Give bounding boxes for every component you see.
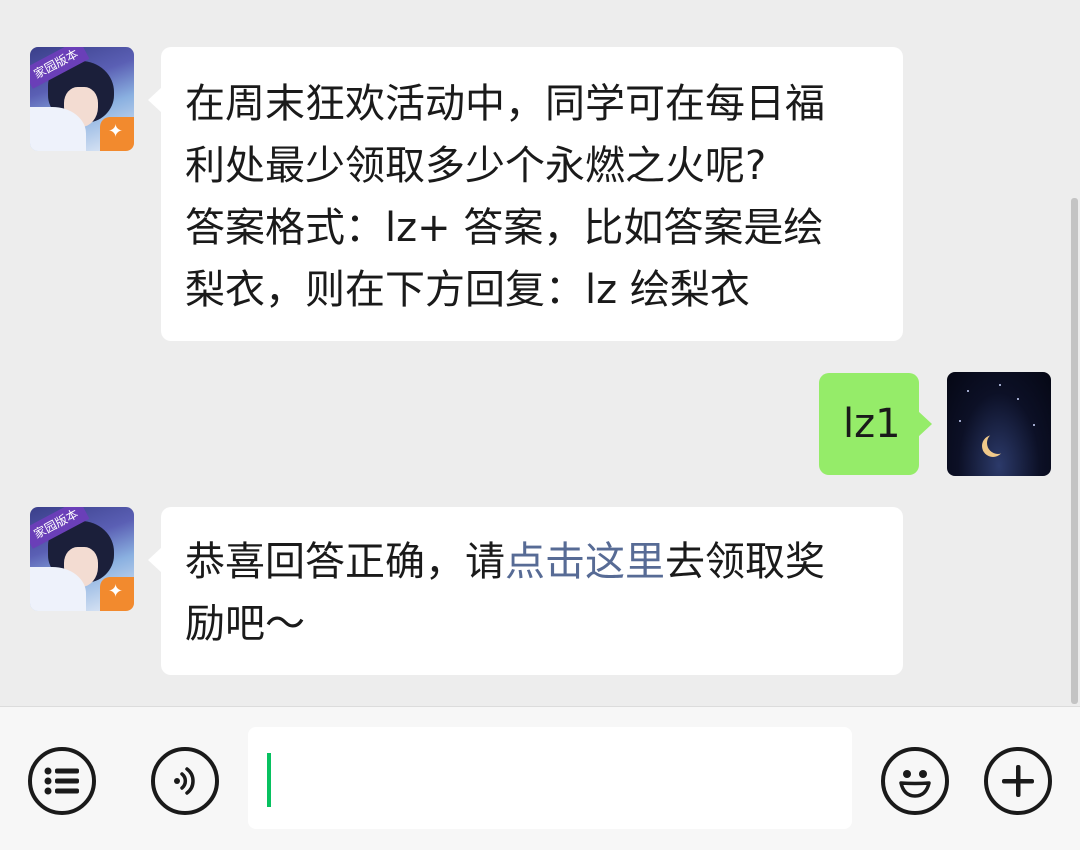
message-line: 励吧～ xyxy=(185,601,305,647)
message-line: 在周末狂欢活动中，同学可在每日福 xyxy=(185,81,825,127)
text-caret xyxy=(267,753,271,807)
message-bubble-answer[interactable]: lz1 xyxy=(819,373,932,475)
voice-icon xyxy=(174,767,195,795)
plus-button[interactable] xyxy=(984,747,1052,815)
chat-area: 家园版本 在周末狂欢活动中，同学可在每日福 利处最少领取多少个永燃之火呢? 答案… xyxy=(0,0,1080,706)
message-line: 梨衣，则在下方回复：lz 绘梨衣 xyxy=(185,267,750,313)
message-input[interactable] xyxy=(248,727,852,829)
menu-icon xyxy=(44,767,79,795)
emoji-button[interactable] xyxy=(881,747,949,815)
menu-button[interactable] xyxy=(28,747,96,815)
message-line: 恭喜回答正确，请点击这里去领取奖 xyxy=(185,531,879,593)
voice-button[interactable] xyxy=(151,747,219,815)
emoji-icon xyxy=(899,770,931,798)
message-line: 答案格式：lz+ 答案，比如答案是绘 xyxy=(185,205,824,251)
moon-icon xyxy=(987,432,1009,454)
app-logo-icon xyxy=(100,117,134,151)
message-bubble-question[interactable]: 在周末狂欢活动中，同学可在每日福 利处最少领取多少个永燃之火呢? 答案格式：lz… xyxy=(148,47,903,341)
message-bubble-reply[interactable]: 恭喜回答正确，请点击这里去领取奖 励吧～ xyxy=(148,507,903,675)
user-avatar[interactable] xyxy=(947,372,1051,476)
plus-icon xyxy=(1002,765,1034,797)
message-text: lz1 xyxy=(843,401,901,447)
message-line: 利处最少领取多少个永燃之火呢? xyxy=(185,143,767,189)
scrollbar[interactable] xyxy=(1071,198,1078,704)
message-text: 恭喜回答正确，请 xyxy=(185,539,505,585)
bot-avatar[interactable]: 家园版本 xyxy=(30,47,134,151)
input-bar xyxy=(0,706,1080,850)
reward-link[interactable]: 点击这里 xyxy=(505,539,665,585)
app-logo-icon xyxy=(100,577,134,611)
message-text: 去领取奖 xyxy=(665,539,825,585)
bot-avatar[interactable]: 家园版本 xyxy=(30,507,134,611)
